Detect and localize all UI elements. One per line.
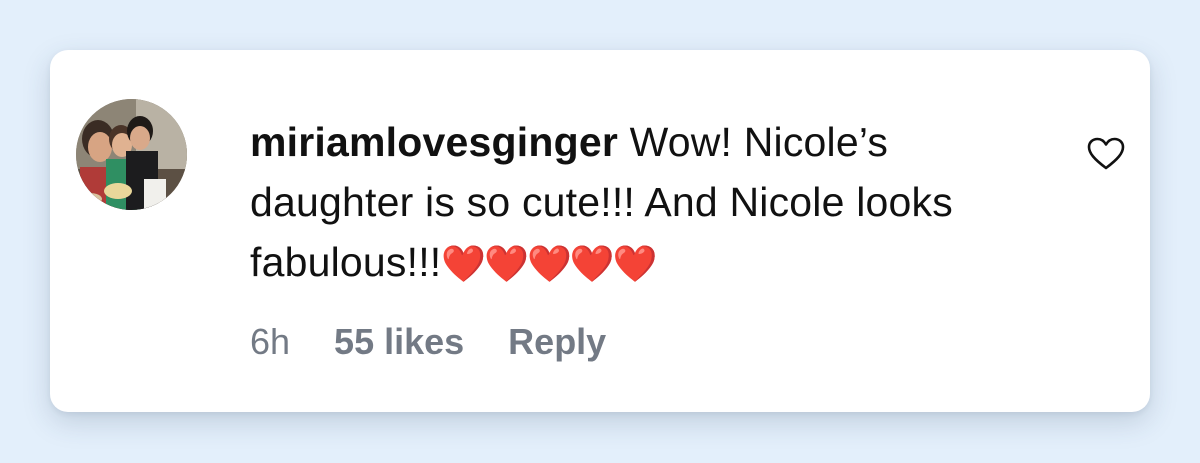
comment-emoji: ❤️❤️❤️❤️❤️	[441, 244, 657, 285]
user-avatar[interactable]	[76, 99, 187, 210]
like-button[interactable]	[1086, 136, 1126, 172]
likes-count-link[interactable]: 55 likes	[334, 322, 464, 362]
avatar-photo	[76, 99, 187, 210]
comment-username[interactable]: miriamlovesginger	[250, 119, 618, 165]
comment-timestamp: 6h	[250, 321, 291, 362]
heart-outline-icon	[1087, 137, 1125, 170]
comment-meta: 6h 55 likes Reply	[250, 322, 606, 362]
comment-card: miriamlovesginger Wow! Nicole’s daughter…	[50, 50, 1150, 412]
comment-body: miriamlovesginger Wow! Nicole’s daughter…	[250, 112, 1040, 295]
reply-button[interactable]: Reply	[508, 322, 606, 362]
